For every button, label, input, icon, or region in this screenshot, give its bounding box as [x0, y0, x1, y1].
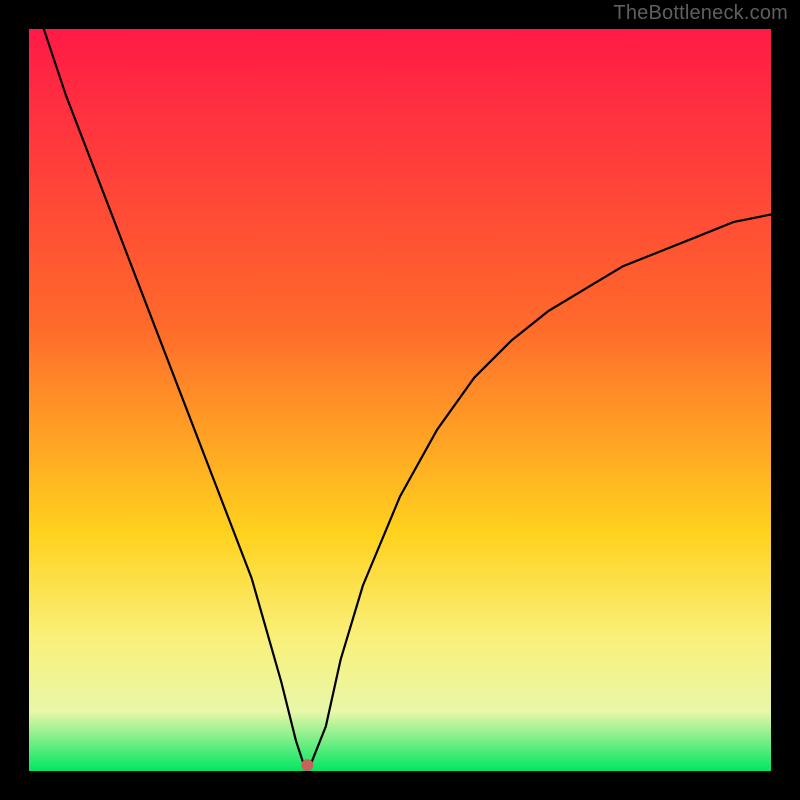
- watermark-text: TheBottleneck.com: [613, 2, 788, 25]
- min-marker: [301, 759, 313, 771]
- chart-frame: TheBottleneck.com: [0, 0, 800, 800]
- bottleneck-chart: [29, 29, 771, 771]
- gradient-background: [29, 29, 771, 771]
